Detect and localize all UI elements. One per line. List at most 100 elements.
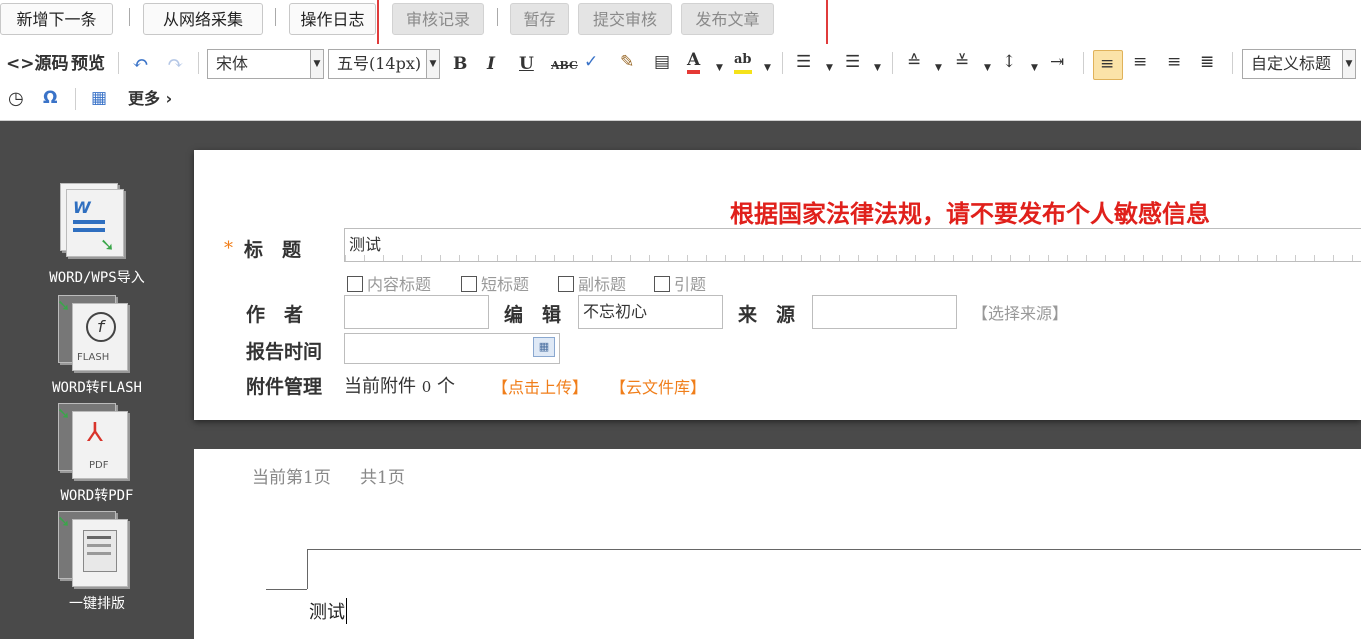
toolbar-separator <box>1232 52 1233 74</box>
highlight-color-button[interactable]: ab <box>734 50 752 74</box>
choose-source-link[interactable]: 【选择来源】 <box>972 300 1068 324</box>
chevron-down-icon: ▼ <box>310 50 323 78</box>
toolbar-separator <box>118 52 119 74</box>
add-next-button[interactable]: 新增下一条 <box>0 3 113 35</box>
indent-icon[interactable]: ⇥ <box>1050 51 1064 73</box>
margin-line-left <box>307 549 308 589</box>
bold-button[interactable]: B <box>453 53 467 75</box>
collect-from-web-button[interactable]: 从网络采集 <box>143 3 263 35</box>
flash-icon: f FLASH ➘ <box>58 295 130 373</box>
checkbox-label: 内容标题 <box>367 275 432 294</box>
upload-link[interactable]: 【点击上传】 <box>492 374 588 398</box>
title-value: 测试 <box>349 235 382 254</box>
special-char-icon[interactable]: Ω <box>43 87 57 109</box>
separator <box>275 8 276 26</box>
redo-icon[interactable]: ↷ <box>167 52 184 74</box>
author-input[interactable] <box>344 295 489 329</box>
tool-label: WORD转FLASH <box>52 380 142 396</box>
ordered-list-icon[interactable]: ☰ <box>796 51 811 73</box>
title-input[interactable]: 测试 <box>344 228 1361 262</box>
chevron-down-icon[interactable]: ▼ <box>935 57 942 79</box>
calendar-icon[interactable]: ▦ <box>533 337 555 357</box>
font-size-value: 五号(14px) <box>337 54 422 73</box>
cloud-library-link[interactable]: 【云文件库】 <box>610 374 706 398</box>
spellcheck-icon[interactable]: ✓ <box>584 51 598 73</box>
align-left-icon: ≡ <box>1100 54 1115 74</box>
attachment-text: 当前附件 <box>344 376 416 397</box>
tool-label: WORD/WPS导入 <box>49 270 145 286</box>
attachment-count: 0 <box>421 378 432 396</box>
page-number: 当前第1页 <box>252 468 331 488</box>
editor-input[interactable]: 不忘初心 <box>578 295 723 329</box>
more-button[interactable]: 更多 › <box>128 88 172 110</box>
custom-heading-value: 自定义标题 <box>1251 54 1332 73</box>
custom-heading-select[interactable]: 自定义标题 ▼ <box>1242 49 1356 79</box>
format-painter-icon[interactable]: ✎ <box>620 51 634 73</box>
pdf-icon: ⅄ PDF ➘ <box>58 403 130 481</box>
word-import-tool[interactable]: W ➘ WORD/WPS导入 <box>0 183 194 293</box>
toolbar-separator <box>892 52 893 74</box>
align-right-icon[interactable]: ≡ <box>1167 51 1181 73</box>
chevron-down-icon[interactable]: ▼ <box>1031 57 1038 79</box>
short-title-checkbox[interactable]: 短标题 <box>461 271 529 295</box>
undo-icon[interactable]: ↶ <box>132 52 149 74</box>
font-family-value: 宋体 <box>216 54 249 73</box>
operation-log-button[interactable]: 操作日志 <box>289 3 376 35</box>
chevron-down-icon[interactable]: ▼ <box>874 57 881 79</box>
required-mark: * <box>224 238 233 259</box>
editor-label: 编 辑 <box>504 304 562 326</box>
chevron-down-icon: ▼ <box>1342 50 1355 78</box>
editor-toolbar: <>源码 预览 ↶ ↷ 宋体 ▼ 五号(14px) ▼ B I U ABC ✓ ✎ … <box>0 44 1361 121</box>
chevron-down-icon: ▼ <box>426 50 439 78</box>
line-height-icon[interactable]: ↕ <box>1002 51 1016 73</box>
align-center-icon[interactable]: ≡ <box>1133 51 1147 73</box>
checkbox-label: 引题 <box>674 275 707 294</box>
clock-icon[interactable]: ◷ <box>8 88 24 110</box>
tool-label: WORD转PDF <box>60 488 134 504</box>
font-size-select[interactable]: 五号(14px) ▼ <box>328 49 440 79</box>
word-doc-icon: W ➘ <box>60 183 132 261</box>
ruler <box>345 255 1361 261</box>
attachment-info: 当前附件 0 个 <box>344 372 455 398</box>
paragraph-spacing-top-icon[interactable]: ≙ <box>907 51 921 73</box>
font-family-select[interactable]: 宋体 ▼ <box>207 49 324 79</box>
sensitive-info-notice: 根据国家法律法规，请不要发布个人敏感信息 <box>730 199 1210 228</box>
checkbox-label: 短标题 <box>481 275 530 294</box>
document-page[interactable]: 当前第1页 共1页 测试 <box>194 449 1361 639</box>
underline-button[interactable]: U <box>519 53 534 75</box>
word-to-pdf-tool[interactable]: ⅄ PDF ➘ WORD转PDF <box>0 403 194 508</box>
title-label: 标 题 <box>244 239 302 261</box>
author-label: 作 者 <box>246 304 304 326</box>
align-left-button[interactable]: ≡ <box>1093 50 1123 80</box>
font-color-button[interactable]: A <box>687 50 701 74</box>
italic-button[interactable]: I <box>487 53 495 75</box>
strikethrough-button[interactable]: ABC <box>551 55 578 77</box>
chevron-down-icon[interactable]: ▼ <box>984 57 991 79</box>
source-code-button[interactable]: <>源码 <box>6 53 69 75</box>
chevron-down-icon[interactable]: ▼ <box>716 57 723 79</box>
editor-content[interactable]: 测试 <box>309 598 347 624</box>
word-to-flash-tool[interactable]: f FLASH ➘ WORD转FLASH <box>0 295 194 400</box>
report-time-input[interactable]: ▦ <box>344 333 560 364</box>
chevron-down-icon[interactable]: ▼ <box>764 57 771 79</box>
unordered-list-icon[interactable]: ☰ <box>845 51 860 73</box>
paragraph-spacing-bottom-icon[interactable]: ≚ <box>955 51 969 73</box>
paste-text-icon[interactable]: ▤ <box>654 51 670 73</box>
margin-corner <box>266 589 307 590</box>
subtitle-checkbox[interactable]: 副标题 <box>558 271 626 295</box>
table-icon[interactable]: ▦ <box>91 87 107 109</box>
source-input[interactable] <box>812 295 957 329</box>
margin-line-top <box>307 549 1361 550</box>
tool-label: 一键排版 <box>69 596 125 612</box>
action-bar: 新增下一条 从网络采集 操作日志 审核记录 暂存 提交审核 发布文章 <box>0 0 1361 51</box>
content-title-checkbox[interactable]: 内容标题 <box>347 271 431 295</box>
align-justify-icon[interactable]: ≣ <box>1200 51 1214 73</box>
toolbar-separator <box>1083 52 1084 74</box>
lead-title-checkbox[interactable]: 引题 <box>654 271 706 295</box>
one-click-layout-tool[interactable]: ➘ 一键排版 <box>0 511 194 616</box>
chevron-down-icon[interactable]: ▼ <box>826 57 833 79</box>
left-tool-panel: W ➘ WORD/WPS导入 f FLASH ➘ WORD转FLASH ⅄ PD… <box>0 121 194 639</box>
checkbox-label: 副标题 <box>578 275 627 294</box>
page-total: 共1页 <box>360 468 405 488</box>
preview-button[interactable]: 预览 <box>71 53 105 75</box>
